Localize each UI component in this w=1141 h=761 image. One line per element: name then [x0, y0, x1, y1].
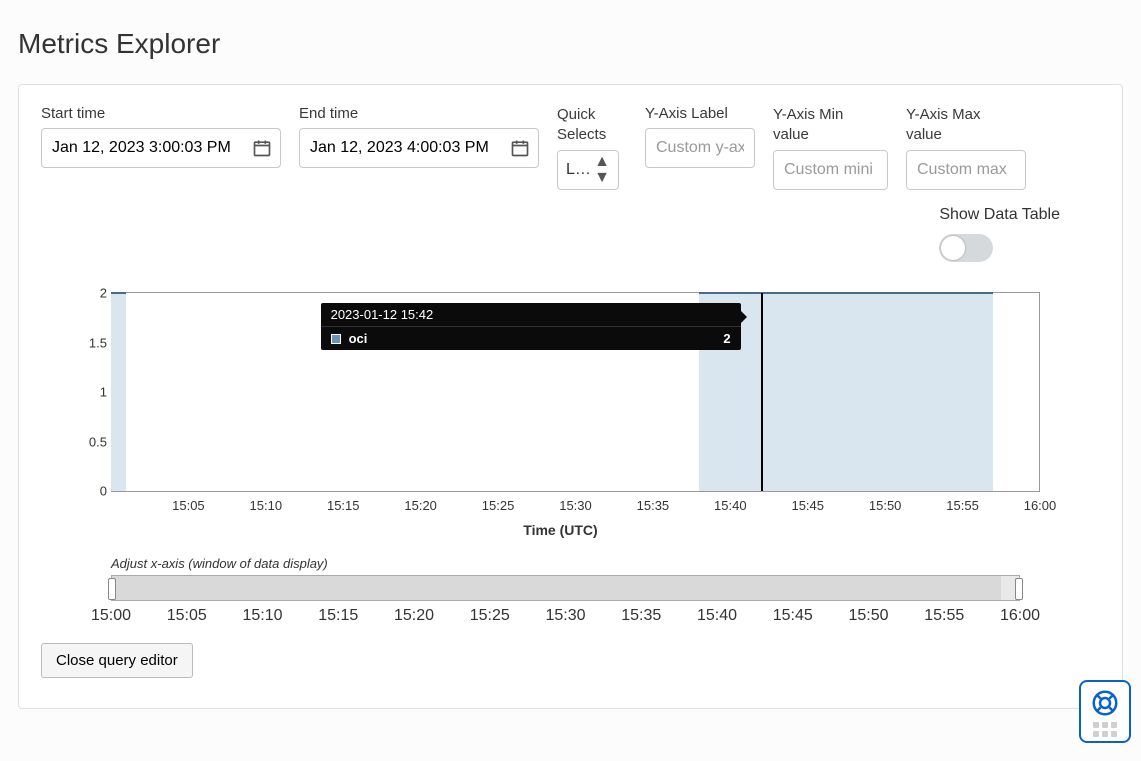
y-tick-label: 0.5 [89, 434, 107, 449]
tooltip-series-name: oci [349, 331, 368, 346]
show-data-table-toggle[interactable] [939, 234, 993, 262]
x-axis-title: Time (UTC) [81, 522, 1040, 538]
x-tick-label: 16:00 [1024, 498, 1057, 513]
chart-cursor-line [761, 293, 763, 491]
slider-tick-label: 15:35 [621, 607, 661, 625]
x-tick-label: 15:15 [327, 498, 360, 513]
quick-selects-label: Quick Selects [557, 105, 627, 144]
slider-tick-label: 15:45 [773, 607, 813, 625]
slider-tick-label: 15:30 [545, 607, 585, 625]
end-time-input-wrap[interactable] [299, 128, 539, 168]
y-axis-max-label: Y-Axis Max value [906, 105, 996, 144]
help-widget[interactable] [1079, 680, 1131, 743]
start-time-label: Start time [41, 105, 281, 122]
x-axis-labels: 15:05 15:10 15:15 15:20 15:25 15:30 15:35 15:40… [111, 498, 1040, 516]
slider-tick-label: 15:10 [242, 607, 282, 625]
x-tick-label: 15:20 [404, 498, 437, 513]
x-tick-label: 15:40 [714, 498, 747, 513]
y-axis-label-field: Y-Axis Label [645, 105, 755, 168]
x-tick-label: 15:30 [559, 498, 592, 513]
y-axis-label-input[interactable] [645, 128, 755, 168]
y-axis-min-label: Y-Axis Min value [773, 105, 863, 144]
slider-tick-label: 15:25 [470, 607, 510, 625]
metrics-panel: Start time End time Quick Selects L… ▲▼ [18, 84, 1123, 709]
chart-area[interactable]: 00.511.52 2023-01-12 15:42 oci 2 [111, 292, 1040, 492]
slider-tick-label: 15:20 [394, 607, 434, 625]
calendar-icon [510, 138, 530, 158]
slider-tick-label: 15:00 [91, 607, 131, 625]
slider-handle-right[interactable] [1015, 578, 1023, 600]
show-data-table-field: Show Data Table [939, 206, 1060, 262]
slider-tick-label: 15:50 [848, 607, 888, 625]
slider-handle-left[interactable] [108, 578, 116, 600]
quick-selects-field: Quick Selects L… ▲▼ [557, 105, 627, 190]
y-axis-min-field: Y-Axis Min value [773, 105, 888, 190]
grid-icon [1093, 722, 1117, 737]
quick-selects-value: L… [566, 161, 591, 179]
end-time-input[interactable] [300, 129, 510, 167]
slider-tick-label: 15:40 [697, 607, 737, 625]
y-axis-labels: 00.511.52 [81, 293, 107, 491]
x-range-slider[interactable]: 15:0015:0515:1015:1515:2015:2515:3015:35… [111, 575, 1040, 625]
y-tick-label: 1 [100, 385, 107, 400]
x-tick-label: 15:25 [482, 498, 515, 513]
tooltip-value: 2 [723, 331, 730, 346]
stepper-icon: ▲▼ [594, 154, 610, 186]
x-tick-label: 15:50 [869, 498, 902, 513]
end-time-label: End time [299, 105, 539, 122]
slider-tick-labels: 15:0015:0515:1015:1515:2015:2515:3015:35… [111, 607, 1020, 625]
life-ring-icon [1090, 688, 1120, 718]
start-time-field: Start time [41, 105, 281, 168]
calendar-icon [252, 138, 272, 158]
y-axis-max-field: Y-Axis Max value [906, 105, 1026, 190]
y-axis-label-label: Y-Axis Label [645, 105, 755, 122]
y-axis-max-input[interactable] [906, 150, 1026, 190]
y-tick-label: 0 [100, 484, 107, 499]
x-tick-label: 15:10 [250, 498, 283, 513]
start-time-input[interactable] [42, 129, 252, 167]
x-tick-label: 15:05 [172, 498, 205, 513]
show-data-table-label: Show Data Table [939, 206, 1060, 224]
tooltip-timestamp: 2023-01-12 15:42 [321, 303, 741, 327]
x-tick-label: 15:45 [791, 498, 824, 513]
quick-selects-dropdown[interactable]: L… ▲▼ [557, 150, 619, 190]
end-time-field: End time [299, 105, 539, 168]
controls-row: Start time End time Quick Selects L… ▲▼ [41, 105, 1100, 190]
tooltip-swatch-icon [331, 334, 341, 344]
slider-tick-label: 15:05 [167, 607, 207, 625]
slider-note: Adjust x-axis (window of data display) [111, 556, 1040, 571]
page-title: Metrics Explorer [18, 28, 1123, 60]
x-tick-label: 15:55 [946, 498, 979, 513]
y-tick-label: 2 [100, 286, 107, 301]
toggle-knob [941, 236, 965, 260]
y-axis-min-input[interactable] [773, 150, 888, 190]
slider-tick-label: 15:15 [318, 607, 358, 625]
start-time-input-wrap[interactable] [41, 128, 281, 168]
slider-tick-label: 15:55 [924, 607, 964, 625]
x-tick-label: 15:35 [637, 498, 670, 513]
slider-tick-label: 16:00 [1000, 607, 1040, 625]
chart-tooltip: 2023-01-12 15:42 oci 2 [321, 303, 741, 350]
close-query-editor-button[interactable]: Close query editor [41, 643, 193, 678]
y-tick-label: 1.5 [89, 335, 107, 350]
chart-block: 00.511.52 2023-01-12 15:42 oci 2 15:0515… [41, 292, 1100, 625]
